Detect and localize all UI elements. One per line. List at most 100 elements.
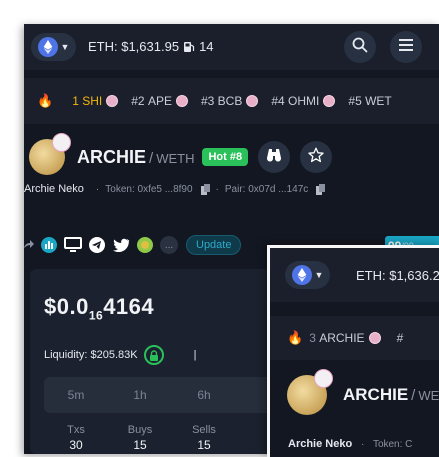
inset-token-meta: Archie Neko · Token: C (288, 438, 412, 450)
token-title: ARCHIE / WE (343, 385, 439, 405)
token-address[interactable]: Token: 0xfe5 ...8f90 (105, 184, 192, 195)
token-pair-symbol: WE (418, 388, 439, 403)
token-pair-symbol: WETH (156, 150, 195, 166)
token-logo-icon (106, 95, 119, 107)
copy-icon[interactable] (316, 183, 326, 195)
meta-separator-dot: · (95, 183, 100, 195)
top-header: ▼ ETH: $1,631.95 14 (24, 24, 439, 70)
eth-price-text: ETH: $1,631.95 (88, 39, 180, 54)
stat-sells: Sells 15 (172, 424, 236, 452)
stat-buys: Buys 15 (108, 424, 172, 452)
token-logo-icon (175, 95, 188, 107)
telegram-icon[interactable] (88, 236, 106, 254)
fire-icon: 🔥 (37, 93, 54, 108)
trending-rank: #3 (200, 94, 215, 108)
token-badge-icon (52, 133, 71, 152)
eth-price-text: ETH: $1,636.2 (356, 268, 439, 283)
meta-separator-dot: · (360, 439, 365, 450)
trending-rank: #5 (348, 94, 362, 108)
token-badge-icon (314, 369, 333, 388)
copy-icon[interactable] (200, 183, 210, 195)
price-prefix: $0.0 (44, 294, 89, 319)
trending-item[interactable]: #5 WET (348, 94, 391, 108)
chevron-down-icon: ▼ (314, 270, 324, 280)
binoculars-button[interactable] (258, 141, 291, 173)
trending-item[interactable]: #2 APE (131, 94, 188, 108)
trending-symbol: WET (365, 94, 392, 108)
trending-bar: 🔥 1 SHI #2 APE #3 BCB #4 OHMI #5 WET (24, 78, 439, 124)
token-symbol: ARCHIE (77, 146, 147, 167)
lock-icon[interactable] (143, 345, 164, 365)
gas-pump-icon (183, 41, 195, 53)
separator: | (193, 349, 197, 361)
token-avatar (287, 369, 333, 415)
ethereum-icon (291, 265, 312, 285)
trending-symbol: BCB (217, 94, 243, 108)
chain-selector[interactable]: ▼ (285, 261, 330, 289)
token-address: Token: C (372, 439, 413, 450)
star-icon (308, 147, 324, 168)
token-name: Archie Neko (288, 438, 353, 450)
token-header: ARCHIE / WETH Hot #8 (29, 133, 333, 178)
tab-1h[interactable]: 1h (108, 388, 172, 402)
binoculars-icon (266, 148, 282, 167)
favorite-button[interactable] (300, 141, 333, 173)
trending-rank: # (396, 331, 404, 345)
twitter-icon[interactable] (112, 236, 130, 254)
trending-item[interactable]: #4 OHMI (271, 94, 336, 108)
trending-rank: #2 (131, 94, 145, 108)
inset-header: ▼ ETH: $1,636.2 (270, 248, 439, 302)
stats-card: $0.0164164 Liquidity: $205.83K | 5m 1h 6… (30, 269, 278, 454)
trending-item[interactable]: 1 SHI (72, 94, 119, 108)
token-meta: Archie Neko · Token: 0xfe5 ...8f90 · Pai… (24, 180, 326, 198)
share-icon[interactable] (24, 236, 34, 254)
stat-label: Buys (127, 424, 153, 436)
update-button[interactable]: Update (186, 235, 242, 255)
eth-price-display: ETH: $1,636.2 (356, 268, 439, 283)
social-links: ... Update (24, 233, 242, 257)
stat-label: Sells (192, 424, 216, 436)
token-title: ARCHIE / WETH (77, 147, 194, 168)
fire-icon: 🔥 (287, 330, 304, 345)
search-button[interactable] (344, 31, 376, 63)
trending-rank: 3 (309, 331, 316, 345)
trending-symbol: SHI (82, 94, 103, 108)
trending-symbol: APE (147, 94, 172, 108)
hot-badge: Hot #8 (202, 148, 249, 166)
menu-button[interactable] (390, 31, 422, 63)
stat-txs: Txs 30 (44, 424, 108, 452)
token-name: Archie Neko (24, 183, 84, 195)
eth-price-display: ETH: $1,631.95 14 (88, 39, 214, 54)
liquidity-info: Liquidity: $205.83K | (44, 345, 196, 365)
transaction-stats: Txs 30 Buys 15 Sells 15 (44, 424, 276, 452)
tab-6h[interactable]: 6h (172, 388, 236, 402)
website-icon[interactable] (64, 236, 82, 254)
inset-screenshot: ▼ ETH: $1,636.2 🔥 3 ARCHIE # ARCHIE / WE… (267, 245, 439, 457)
pair-address[interactable]: Pair: 0x07d ...147c (225, 184, 308, 195)
search-icon (352, 37, 368, 58)
more-links-icon: ... (160, 236, 178, 254)
stat-value: 30 (69, 438, 83, 452)
inset-trending-bar: 🔥 3 ARCHIE # (270, 316, 439, 360)
token-separator: / (411, 387, 416, 404)
token-separator: / (149, 149, 154, 167)
stat-value: 15 (197, 438, 211, 452)
trending-symbol: ARCHIE (319, 331, 365, 345)
token-price: $0.0164164 (44, 294, 154, 322)
stat-label: Txs (67, 424, 85, 436)
meta-separator-dot: · (215, 183, 219, 195)
trending-symbol: OHMI (288, 94, 320, 108)
more-links-button[interactable]: ... (160, 236, 178, 254)
project-logo-icon[interactable] (136, 236, 154, 254)
token-symbol: ARCHIE (343, 385, 409, 404)
chain-selector[interactable]: ▼ (31, 33, 76, 61)
token-logo-icon (246, 95, 259, 107)
tab-5m[interactable]: 5m (44, 388, 108, 402)
trending-item[interactable]: #3 BCB (200, 94, 259, 108)
liquidity-label: Liquidity: (44, 349, 88, 361)
ethereum-icon (37, 37, 58, 57)
token-logo-icon (323, 95, 336, 107)
gas-value: 14 (199, 39, 214, 54)
chart-icon[interactable] (40, 236, 58, 254)
stat-value: 15 (133, 438, 147, 452)
